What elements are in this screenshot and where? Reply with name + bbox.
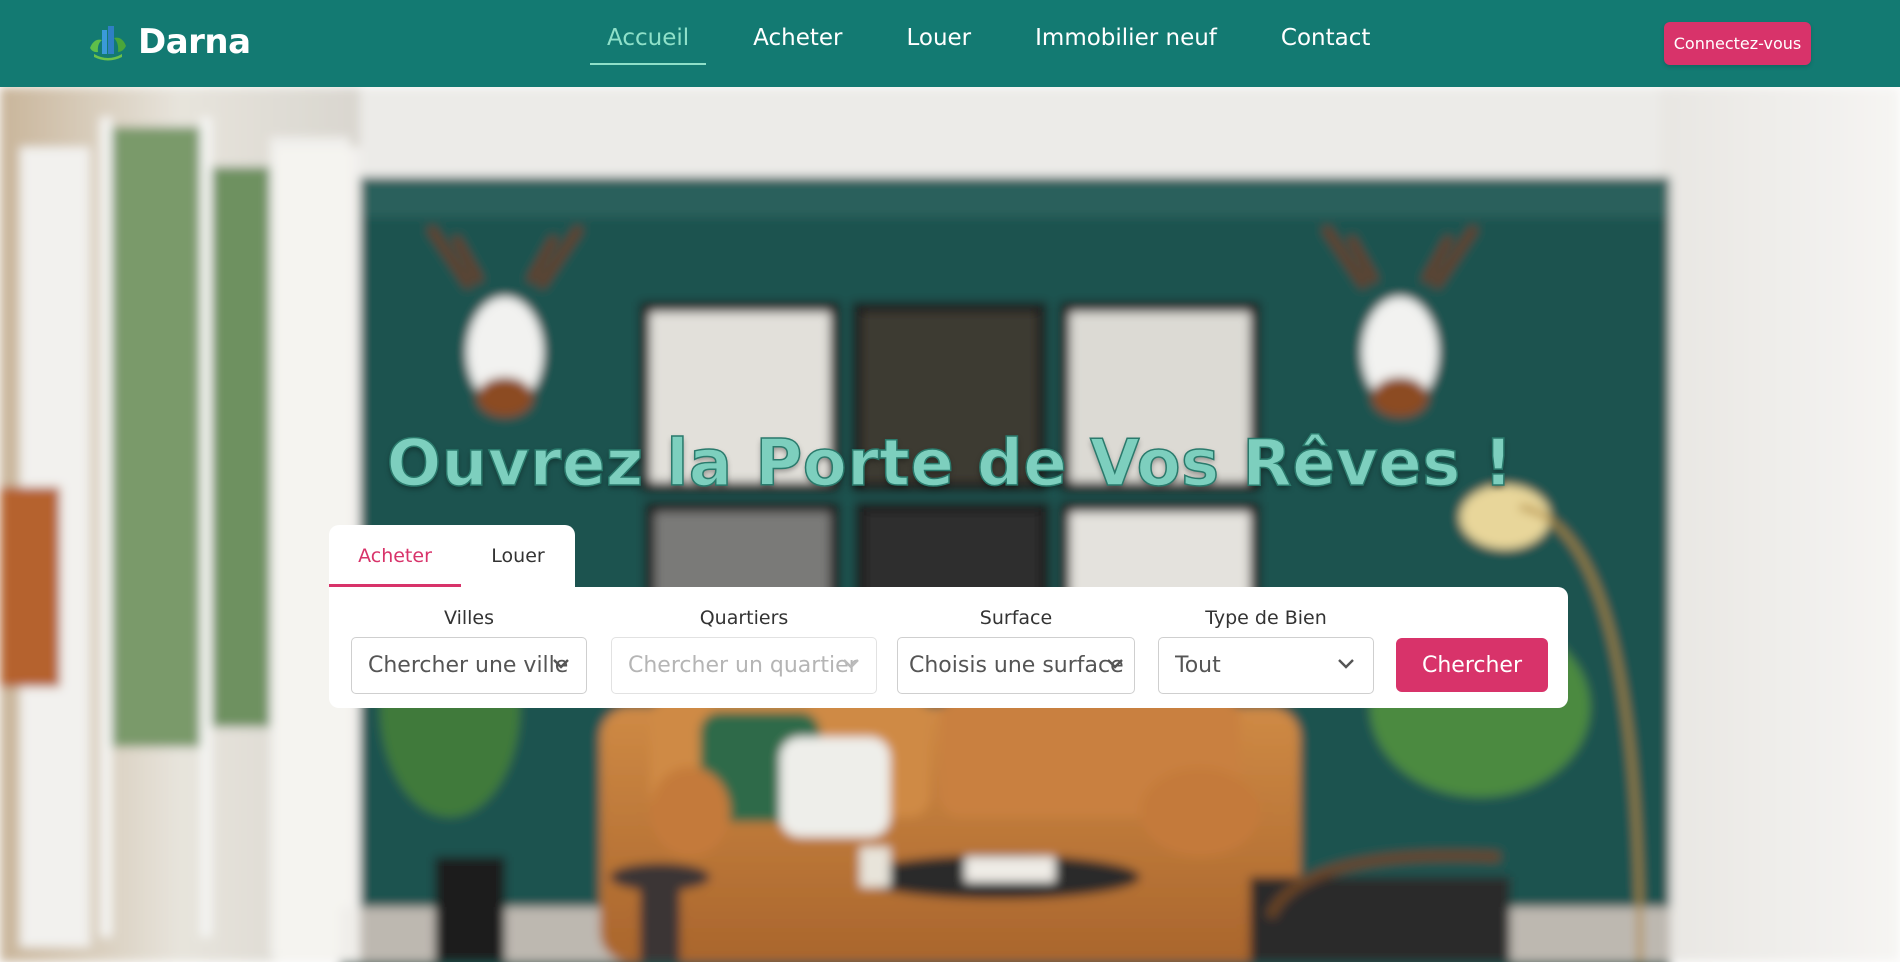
quartiers-select[interactable]: Chercher un quartier <box>611 637 877 694</box>
tab-louer[interactable]: Louer <box>461 525 575 587</box>
villes-select[interactable]: Chercher une ville <box>351 637 587 694</box>
quartiers-label: Quartiers <box>699 607 789 629</box>
chevron-down-icon <box>843 659 859 669</box>
chevron-down-icon <box>1338 659 1354 669</box>
brand-name: Darna <box>138 22 251 62</box>
hero-section: Ouvrez la Porte de Vos Rêves ! Acheter L… <box>0 87 1900 962</box>
type-de-bien-select-value: Tout <box>1175 653 1221 678</box>
search-tabs: Acheter Louer <box>329 525 575 587</box>
type-de-bien-select[interactable]: Tout <box>1158 637 1374 694</box>
type-de-bien-label: Type de Bien <box>1205 607 1327 629</box>
villes-label: Villes <box>443 607 494 629</box>
hero-title: Ouvrez la Porte de Vos Rêves ! <box>386 426 1514 502</box>
nav-link-acheter[interactable]: Acheter <box>736 0 859 82</box>
hero-background-image <box>0 87 1900 962</box>
surface-select[interactable]: Choisis une surface <box>897 637 1135 694</box>
building-leaf-logo-icon <box>90 26 126 61</box>
main-nav: Accueil Acheter Louer Immobilier neuf Co… <box>590 0 1417 87</box>
nav-link-louer[interactable]: Louer <box>889 0 988 82</box>
tab-acheter[interactable]: Acheter <box>329 525 461 587</box>
chevron-down-icon <box>1107 659 1123 669</box>
login-button[interactable]: Connectez-vous <box>1664 22 1811 65</box>
villes-select-value: Chercher une ville <box>368 653 569 678</box>
brand-logo[interactable]: Darna <box>88 22 251 62</box>
quartiers-select-value: Chercher un quartier <box>628 653 858 678</box>
nav-link-contact[interactable]: Contact <box>1264 0 1387 82</box>
nav-link-immobilier-neuf[interactable]: Immobilier neuf <box>1018 0 1234 82</box>
top-navbar: Darna Accueil Acheter Louer Immobilier n… <box>0 0 1900 87</box>
nav-link-accueil[interactable]: Accueil <box>590 0 707 82</box>
surface-select-value: Choisis une surface <box>909 653 1124 678</box>
surface-label: Surface <box>979 607 1053 629</box>
search-button[interactable]: Chercher <box>1396 638 1548 692</box>
search-panel: Villes Chercher une ville Quartiers Cher… <box>329 587 1568 708</box>
chevron-down-icon <box>553 659 569 669</box>
